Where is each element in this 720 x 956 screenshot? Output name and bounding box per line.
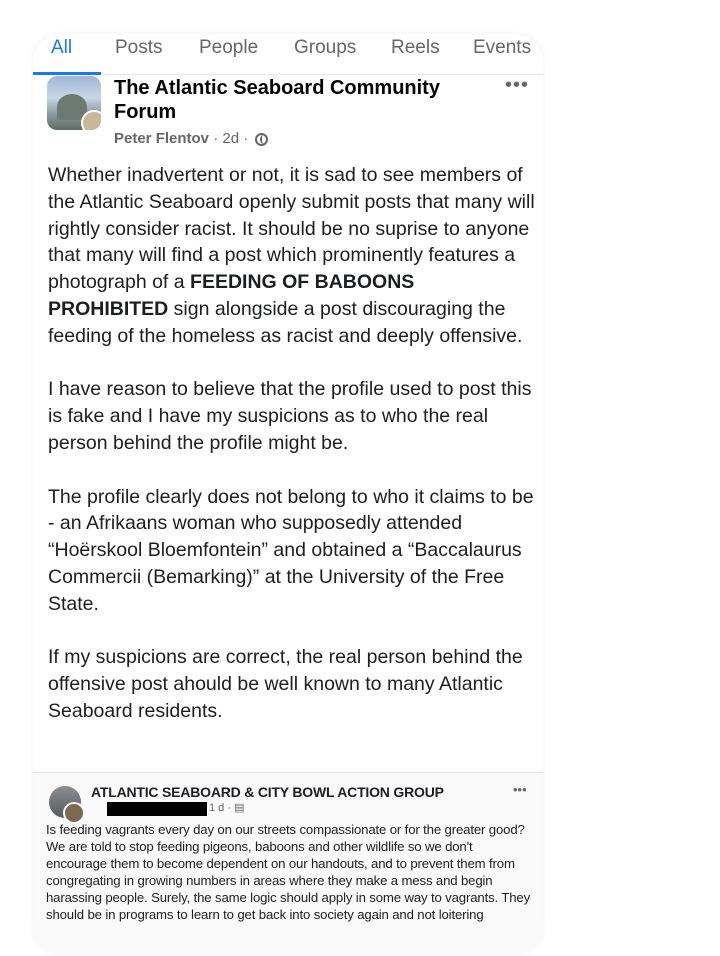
tab-reels[interactable]: Reels [391, 37, 440, 59]
group-avatar[interactable] [47, 76, 101, 130]
tab-posts[interactable]: Posts [115, 37, 163, 59]
divider [33, 772, 543, 773]
post-meta: Peter Flentov · 2d · [114, 130, 269, 147]
meta-separator: · [243, 130, 249, 147]
search-filter-tabs: All Posts People Groups Reels Events [33, 34, 543, 75]
post-timestamp[interactable]: 2d [222, 130, 239, 147]
post-card: All Posts People Groups Reels Events The… [33, 34, 543, 956]
group-icon: ▤ [234, 802, 245, 814]
post-body: Whether inadvertent or not, it is sad to… [48, 162, 538, 752]
shared-group-avatar [49, 786, 85, 824]
tab-events[interactable]: Events [473, 37, 531, 59]
author-name-link[interactable]: Peter Flentov [114, 130, 209, 147]
shared-post-screenshot[interactable]: ATLANTIC SEABOARD & CITY BOWL ACTION GRO… [33, 774, 543, 956]
globe-icon [255, 133, 269, 146]
redacted-author-name [107, 802, 207, 816]
post-paragraph-1: Whether inadvertent or not, it is sad to… [48, 164, 535, 347]
post-paragraph-3: The profile clearly does not belong to w… [48, 485, 534, 615]
shared-options-icon: ••• [513, 782, 527, 797]
tab-people[interactable]: People [199, 37, 258, 59]
post-paragraph-2: I have reason to believe that the profil… [48, 378, 532, 454]
active-tab-indicator [33, 72, 101, 75]
post-paragraph-4: If my suspicions are correct, the real p… [48, 646, 523, 722]
tab-all[interactable]: All [51, 37, 72, 59]
shared-post-text: Is feeding vagrants every day on our str… [46, 822, 531, 922]
shared-post-meta: 1 d · ▤ [209, 802, 245, 814]
group-name-link[interactable]: The Atlantic Seaboard Community Forum [114, 76, 474, 124]
tab-groups[interactable]: Groups [294, 37, 356, 59]
post-options-icon[interactable]: ••• [505, 74, 529, 97]
shared-group-name: ATLANTIC SEABOARD & CITY BOWL ACTION GRO… [91, 784, 444, 800]
meta-separator: · [213, 130, 219, 147]
author-mini-avatar [81, 110, 101, 130]
